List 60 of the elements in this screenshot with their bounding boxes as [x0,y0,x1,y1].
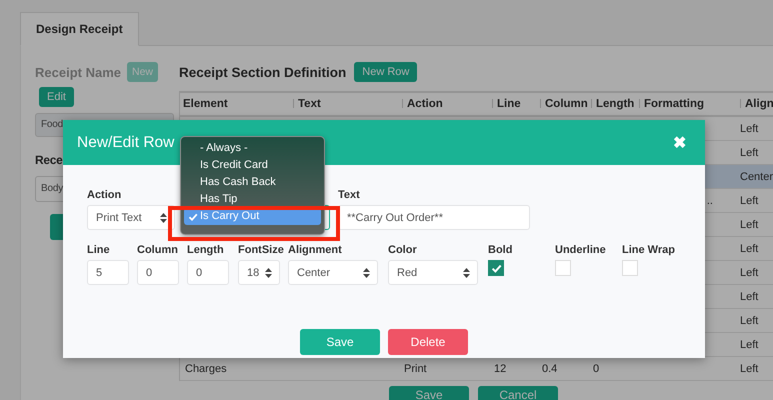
field-label: Length [187,244,225,257]
field-label: Column [137,244,179,257]
field-label: FontSize [238,244,285,257]
updown-arrows-icon [363,268,370,278]
select-field[interactable]: 18 [238,260,280,285]
field-label: Line Wrap [622,244,676,257]
field-label: Action [87,189,122,202]
menu-option[interactable]: - Always - [184,140,321,157]
updown-arrows-icon [160,212,167,222]
input-field[interactable]: 0 [137,260,179,285]
table-cell: Left [740,362,758,374]
menu-option[interactable]: Has Tip [184,191,321,208]
input-field[interactable]: 0 [187,260,229,285]
input-field[interactable]: 5 [87,260,129,285]
table-cell: Left [740,122,758,134]
field-label: Text [338,189,361,202]
column-header[interactable]: Action [407,98,443,110]
table-cell: Charges [185,362,227,374]
select-field[interactable]: Center [288,260,378,285]
field-label: Bold [488,244,514,257]
checkbox[interactable] [488,260,504,276]
select-field[interactable]: Red [388,260,478,285]
updown-arrows-icon [463,268,470,278]
select-field[interactable]: Print Text [87,205,175,230]
field-label: Color [388,244,418,257]
column-header[interactable]: Length [596,98,634,110]
menu-option[interactable]: Has Cash Back [184,174,321,191]
table-cell: Left [740,146,758,158]
table-cell: Print [404,362,427,374]
table-cell: Left [740,338,758,350]
section-title: Receipt Section Definition [179,64,346,80]
table-cell: Left [740,314,758,326]
tab[interactable]: Design Receipt [20,12,139,46]
column-header[interactable]: Formatting [644,98,704,110]
menu-option[interactable]: Is Credit Card [184,157,321,174]
table-cell: Left [740,266,758,278]
column-header[interactable]: Text [298,98,321,110]
updown-arrows-icon [265,268,272,278]
dialog-title: New/Edit Row [77,134,174,152]
check-icon [188,212,198,222]
check-icon [490,262,502,274]
table-cell: Left [740,218,758,230]
table-cell: 0 [593,362,600,374]
field-label: Alignment [288,244,343,257]
column-header[interactable]: Column [545,98,588,110]
text-field[interactable]: **Carry Out Order** [338,205,530,230]
table-cell: Center [740,170,773,182]
table-cell: 12 [494,362,506,374]
table-cell: Left [740,242,758,254]
table-cell: .. [706,194,713,206]
column-header[interactable]: Align [745,98,773,110]
table-cell: Left [740,194,758,206]
field-label: Line [87,244,111,257]
column-header[interactable]: Line [497,98,521,110]
table-cell: 0.4 [542,362,558,374]
field-label: Underline [555,244,607,257]
section-title: Receipt Name [35,64,121,80]
section-title: Rece [35,153,64,167]
column-header[interactable]: Element [183,98,228,110]
table-cell: Left [740,290,758,302]
